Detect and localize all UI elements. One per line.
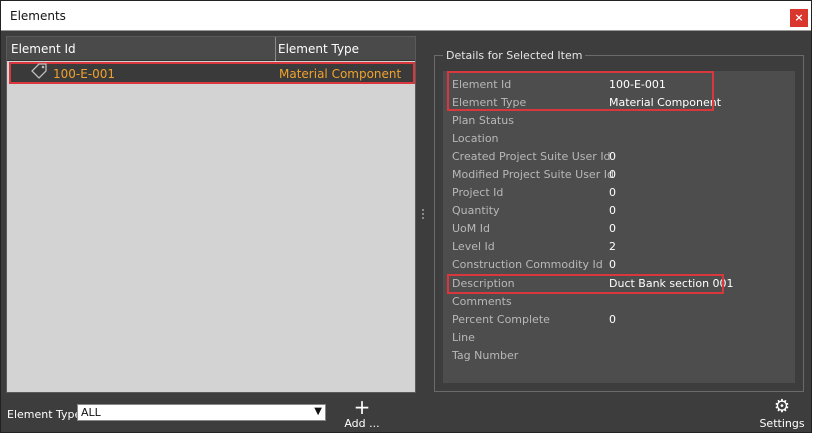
add-button[interactable]: + Add ... [344,395,380,432]
close-button[interactable]: × [790,9,808,27]
settings-label: Settings ... [759,417,805,443]
plus-icon: + [353,395,371,419]
property-value: 0 [609,204,616,217]
property-row: Modified Project Suite User Id 0 [443,166,795,184]
property-label: Level Id [452,240,495,253]
property-label: Modified Project Suite User Id [452,168,614,181]
property-value: 0 [609,168,616,181]
property-value: 0 [609,222,616,235]
element-type-select[interactable]: ALL ▼ [77,404,326,421]
elements-window: Elements × Element Id Element Type 100-E… [0,0,812,443]
element-type-label: Element Type: [7,408,86,421]
property-row: Plan Status [443,112,795,130]
property-row: Project Id 0 [443,184,795,202]
property-row: Location [443,130,795,148]
property-label: Quantity [452,204,500,217]
property-label: Line [452,331,475,344]
property-label: Project Id [452,186,504,199]
property-row: Quantity 0 [443,202,795,220]
property-label: Plan Status [452,114,514,127]
gear-icon: ⚙ [773,396,791,417]
close-icon: × [794,11,804,24]
property-row: Level Id 2 [443,238,795,256]
property-row: Created Project Suite User Id 0 [443,148,795,166]
details-property-list: Element Id 100-E-001 Element Type Materi… [443,71,795,383]
column-header-element-id[interactable]: Element Id [11,42,76,56]
property-row: Line [443,329,795,347]
property-label: Location [452,132,499,145]
property-value: 0 [609,258,616,271]
add-label: Add ... [344,417,380,430]
property-value: 0 [609,186,616,199]
property-label: UoM Id [452,222,490,235]
table-row[interactable]: 100-E-001 Material Component [9,62,415,84]
column-separator[interactable] [275,37,276,61]
property-label: Comments [452,295,512,308]
property-row: Percent Complete 0 [443,311,795,329]
panel-splitter[interactable] [422,209,425,223]
property-row: Tag Number [443,347,795,365]
property-value: 0 [609,150,616,163]
details-legend: Details for Selected Item [443,49,586,62]
highlight-description [447,274,724,294]
window-title: Elements [10,9,66,23]
settings-button[interactable]: ⚙ Settings ... [753,396,811,443]
elements-grid: Element Id Element Type 100-E-001 Materi… [6,36,416,393]
details-panel: Details for Selected Item Element Id 100… [434,49,804,392]
tag-icon [31,63,47,79]
highlight-id-type [447,71,714,111]
column-header-element-type[interactable]: Element Type [278,42,359,56]
cell-element-type: Material Component [279,67,402,81]
property-value: 0 [609,313,616,326]
property-row: UoM Id 0 [443,220,795,238]
grid-header: Element Id Element Type [7,37,415,61]
property-row: Comments [443,293,795,311]
property-label: Tag Number [452,349,519,362]
property-value: 2 [609,240,616,253]
element-type-value: ALL [81,406,101,419]
cell-element-id: 100-E-001 [53,67,116,81]
chevron-down-icon: ▼ [314,406,322,417]
property-label: Construction Commodity Id [452,258,603,271]
property-label: Created Project Suite User Id [452,150,611,163]
title-bar: Elements × [1,1,811,31]
property-row: Construction Commodity Id 0 [443,256,795,274]
property-label: Percent Complete [452,313,550,326]
